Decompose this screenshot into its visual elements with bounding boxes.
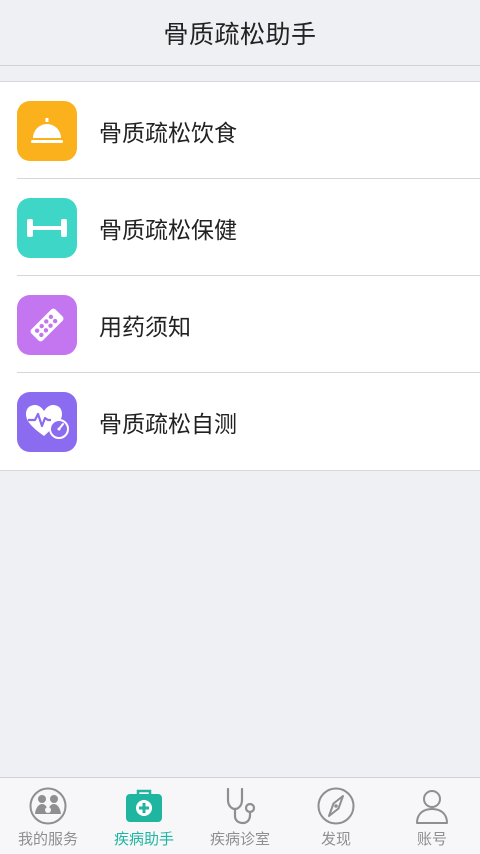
tab-discover[interactable]: 发现 — [288, 778, 384, 854]
menu-item-medication[interactable]: 用药须知 — [0, 276, 480, 373]
page-title: 骨质疏松助手 — [163, 19, 317, 49]
tab-label: 账号 — [416, 830, 447, 848]
heart-pulse-gauge-icon — [17, 391, 77, 452]
dumbbell-icon — [17, 197, 77, 258]
medical-kit-icon — [124, 786, 164, 826]
menu-item-label: 骨质疏松自测 — [99, 411, 237, 438]
menu-item-label: 骨质疏松饮食 — [99, 120, 237, 147]
navigation-bar: 骨质疏松助手 — [0, 0, 480, 66]
menu-item-diet[interactable]: 骨质疏松饮食 — [0, 82, 480, 179]
tab-label: 我的服务 — [17, 830, 78, 848]
stethoscope-icon — [220, 786, 260, 826]
menu-item-label: 用药须知 — [99, 314, 191, 341]
menu-item-healthcare[interactable]: 骨质疏松保健 — [0, 179, 480, 276]
tab-label: 疾病诊室 — [209, 830, 270, 848]
menu-item-self-test[interactable]: 骨质疏松自测 — [0, 373, 480, 470]
menu-item-label: 骨质疏松保健 — [99, 217, 237, 244]
menu-list: 骨质疏松饮食 骨质疏松保健 用药须知 骨质疏松自测 — [0, 81, 480, 471]
pill-strip-icon — [17, 294, 77, 355]
compass-icon — [316, 786, 356, 826]
tab-disease-clinic[interactable]: 疾病诊室 — [192, 778, 288, 854]
user-icon — [412, 786, 452, 826]
tab-disease-assistant[interactable]: 疾病助手 — [96, 778, 192, 854]
tab-my-services[interactable]: 我的服务 — [0, 778, 96, 854]
tab-label: 疾病助手 — [113, 830, 174, 848]
tab-bar: 我的服务 疾病助手 疾病诊室 发现 账号 — [0, 777, 480, 854]
family-icon — [28, 786, 68, 826]
tab-label: 发现 — [320, 830, 351, 848]
cloche-icon — [17, 100, 77, 161]
tab-account[interactable]: 账号 — [384, 778, 480, 854]
